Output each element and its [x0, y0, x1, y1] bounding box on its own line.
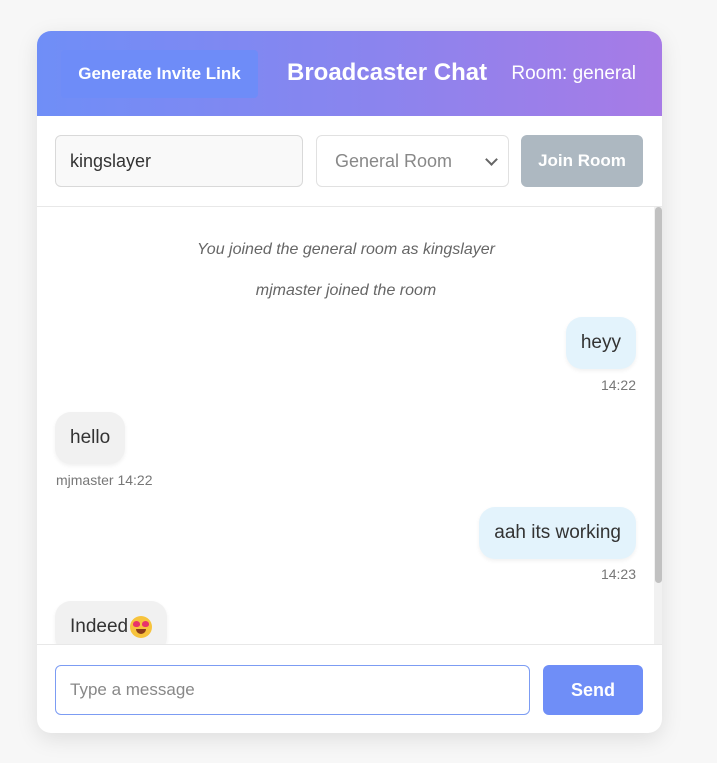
system-message: You joined the general room as kingslaye…	[197, 241, 495, 258]
message-sender-timestamp: mjmaster 14:22	[56, 472, 153, 488]
current-room-label: Room: general	[511, 63, 636, 84]
message-timestamp: 14:22	[600, 377, 636, 393]
message-bubble-sent: aah its working	[479, 507, 636, 559]
chat-header: Generate Invite Link Broadcaster Chat Ro…	[37, 31, 662, 116]
app-title: Broadcaster Chat	[287, 59, 488, 86]
message-composer: Send	[37, 644, 662, 733]
message-bubble-sent: heyy	[565, 317, 636, 369]
chat-window: Generate Invite Link Broadcaster Chat Ro…	[37, 31, 662, 733]
message-input[interactable]	[55, 665, 530, 715]
room-select[interactable]: General Room	[316, 135, 509, 187]
username-input[interactable]	[55, 135, 303, 187]
message-bubble-received: Indeed	[55, 601, 168, 644]
generate-invite-link-button[interactable]: Generate Invite Link	[61, 50, 258, 98]
scrollbar-thumb[interactable]	[655, 207, 662, 583]
message-text: Indeed	[70, 616, 129, 637]
heart-eyes-emoji-icon	[130, 616, 153, 638]
join-room-button[interactable]: Join Room	[521, 135, 643, 187]
room-select-value: General Room	[335, 150, 453, 171]
message-timestamp: 14:23	[600, 566, 636, 582]
room-controls: General Room Join Room	[37, 116, 662, 207]
message-list[interactable]: You joined the general room as kingslaye…	[37, 207, 662, 644]
chevron-down-icon	[485, 153, 498, 166]
message-bubble-received: hello	[55, 412, 126, 464]
send-button[interactable]: Send	[543, 665, 643, 715]
system-message: mjmaster joined the room	[255, 282, 437, 299]
